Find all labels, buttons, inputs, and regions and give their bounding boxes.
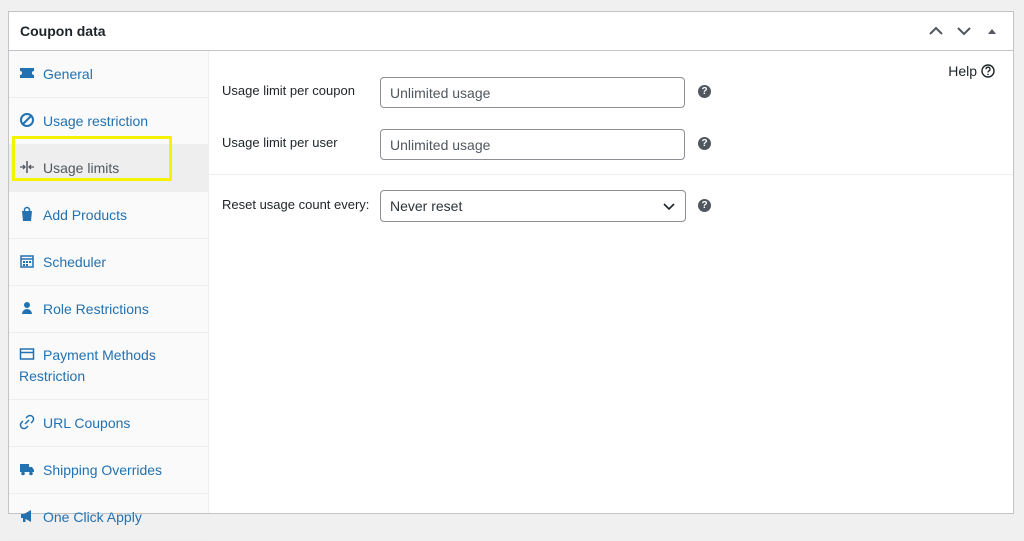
reset-usage-selected-value: Never reset [390,198,463,214]
chevron-down-icon [957,27,971,36]
reset-usage-label: Reset usage count every: [222,197,370,212]
tab-label: Role Restrictions [43,301,149,317]
help-label: Help [948,63,977,79]
user-icon [22,302,32,314]
tab-label: Usage restriction [43,113,149,129]
tab-shipping-overrides[interactable]: Shipping Overrides [9,447,208,494]
chevron-down-icon [663,203,675,211]
metabox-title: Coupon data [20,23,106,39]
bag-icon [22,206,32,221]
move-down-button[interactable] [953,20,975,42]
tab-scheduler[interactable]: Scheduler [9,239,208,286]
tab-role-restrictions[interactable]: Role Restrictions [9,286,208,333]
tab-label: Usage limits [43,160,120,176]
tab-label: General [43,66,93,82]
usage-limits-panel: Help Usage limit per coupon ? Usage limi… [209,51,1013,513]
help-tip-icon[interactable]: ? [698,199,711,212]
triangle-up-icon [988,29,996,34]
help-tip-icon[interactable]: ? [698,85,711,98]
tab-one-click-apply[interactable]: One Click Apply [9,494,208,541]
ticket-icon [20,68,34,78]
coupon-data-metabox: Coupon data General Usage restriction Us… [8,11,1014,541]
tab-label: Payment Methods Restriction [19,347,156,384]
metabox-header: Coupon data [9,12,1013,51]
tab-usage-limits[interactable]: Usage limits [9,145,208,192]
tab-label: URL Coupons [43,415,131,431]
truck-icon [20,464,34,476]
tab-add-products[interactable]: Add Products [9,192,208,239]
section-divider [209,174,1013,175]
tab-label: Shipping Overrides [43,462,163,478]
tab-general[interactable]: General [9,51,208,98]
help-button[interactable]: Help [948,63,995,79]
tab-label: Add Products [43,207,128,223]
calendar-icon [20,255,34,268]
card-icon [19,348,35,360]
block-icon [20,113,34,127]
usage-limit-per-coupon-label: Usage limit per coupon [222,83,355,98]
usage-limit-per-user-label: Usage limit per user [222,135,338,150]
move-up-button[interactable] [925,20,947,42]
link-icon [19,414,35,430]
tab-url-coupons[interactable]: URL Coupons [9,400,208,447]
help-circle-icon [981,64,995,78]
tab-payment-methods-restriction[interactable]: Payment Methods Restriction [9,333,208,400]
reset-usage-select[interactable]: Never reset [380,190,686,222]
metabox-controls [925,20,1003,42]
help-tip-icon[interactable]: ? [698,137,711,150]
tab-label: Scheduler [43,254,107,270]
limit-icon [20,161,34,173]
usage-limit-per-user-input[interactable] [380,129,685,160]
tab-usage-restriction[interactable]: Usage restriction [9,98,208,145]
usage-limit-per-coupon-input[interactable] [380,77,685,108]
toggle-panel-button[interactable] [981,20,1003,42]
coupon-tabs: General Usage restriction Usage limits A… [9,51,209,541]
chevron-up-icon [929,26,943,35]
tab-label: One Click Apply [43,509,142,525]
